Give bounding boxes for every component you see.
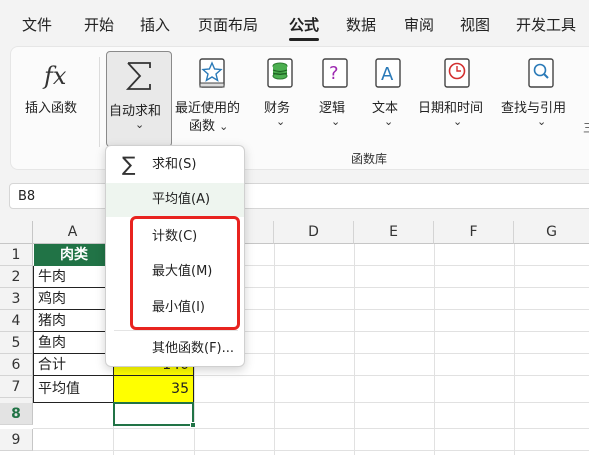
sigma-icon: [125, 62, 151, 90]
active-tab-indicator: [289, 38, 319, 41]
fx-icon: fx: [42, 62, 67, 90]
chevron-down-icon: ⌄: [331, 115, 341, 128]
autosum-button[interactable]: 自动求和 ⌄: [106, 51, 172, 147]
insert-function-button[interactable]: fx 插入函数: [19, 49, 97, 145]
menu-item-more-functions[interactable]: 其他函数(F)...: [106, 332, 244, 366]
sigma-icon: ∑: [122, 152, 136, 176]
row-header-5[interactable]: 5: [0, 332, 33, 354]
row-header-7[interactable]: 7: [0, 376, 33, 398]
menu-item-average[interactable]: 平均值(A): [106, 183, 244, 217]
chevron-down-icon: ⌄: [384, 115, 394, 128]
menu-item-sum[interactable]: ∑ 求和(S): [106, 148, 244, 182]
active-cell-b8[interactable]: [113, 402, 194, 426]
cell-a6[interactable]: 合计: [33, 354, 114, 376]
insert-function-label: 插入函数: [25, 101, 78, 116]
row-header-3[interactable]: 3: [0, 288, 33, 310]
chevron-down-icon: ⌄: [219, 120, 229, 133]
text-functions-button[interactable]: A 文本 ⌄: [364, 49, 412, 145]
svg-text:fx: fx: [42, 62, 67, 90]
cell-a5[interactable]: 鱼肉: [33, 332, 114, 354]
ribbon-overflow-glyph: 三: [583, 119, 589, 136]
gridline: [33, 450, 589, 451]
question-book-icon: ?: [322, 58, 348, 88]
clock-book-icon: [444, 58, 470, 88]
recent-functions-label-2: 函数 ⌄: [189, 119, 229, 134]
chevron-down-icon: ⌄: [135, 118, 145, 131]
column-header-g[interactable]: G: [514, 221, 589, 244]
recent-functions-label-1: 最近使用的: [175, 101, 241, 116]
tab-formulas[interactable]: 公式: [289, 14, 319, 35]
menu-item-average-label: 平均值(A): [152, 192, 211, 207]
cell-a7[interactable]: 平均值: [33, 376, 114, 403]
star-book-icon: [199, 58, 225, 88]
row-header-1[interactable]: 1: [0, 244, 33, 266]
menu-item-sum-label: 求和(S): [152, 157, 197, 172]
logical-label: 逻辑: [319, 101, 346, 116]
name-box[interactable]: B8: [9, 183, 109, 209]
coins-book-icon: [267, 58, 293, 88]
tab-view[interactable]: 视图: [460, 14, 490, 35]
svg-text:A: A: [381, 64, 394, 85]
ribbon-tabs: 文件 开始 插入 页面布局 公式 数据 审阅 视图 开发工具: [0, 0, 589, 44]
gridline: [33, 428, 589, 429]
chevron-down-icon: ⌄: [537, 115, 547, 128]
row-header-6[interactable]: 6: [0, 354, 33, 376]
row-header-2[interactable]: 2: [0, 266, 33, 288]
row-header-9[interactable]: 9: [0, 429, 33, 451]
row-header-4[interactable]: 4: [0, 310, 33, 332]
cell-b7[interactable]: 35: [113, 376, 194, 403]
gridline: [434, 244, 435, 455]
svg-text:?: ?: [329, 63, 339, 84]
lookup-reference-label: 查找与引用: [501, 101, 567, 116]
annotation-highlight-box: [130, 216, 240, 330]
tab-home[interactable]: 开始: [84, 14, 114, 35]
cell-a3[interactable]: 鸡肉: [33, 288, 114, 310]
cell-a1[interactable]: 肉类: [34, 244, 114, 266]
chevron-down-icon: ⌄: [453, 115, 463, 128]
row-header-gap: [0, 398, 33, 403]
menu-item-more-functions-label: 其他函数(F)...: [152, 341, 235, 356]
column-header-a[interactable]: A: [33, 221, 113, 244]
tab-review[interactable]: 审阅: [404, 14, 434, 35]
datetime-label: 日期和时间: [418, 101, 484, 116]
excel-window: 文件 开始 插入 页面布局 公式 数据 审阅 视图 开发工具 fx 插入函数 自…: [0, 0, 589, 455]
tab-data[interactable]: 数据: [346, 14, 376, 35]
tab-developer[interactable]: 开发工具: [516, 14, 576, 35]
fill-handle[interactable]: [190, 422, 196, 428]
financial-button[interactable]: 财务 ⌄: [256, 49, 304, 145]
cell-a4[interactable]: 猪肉: [33, 310, 114, 332]
ribbon-separator: [99, 57, 100, 147]
lookup-reference-button[interactable]: 查找与引用 ⌄: [501, 49, 581, 145]
magnifier-book-icon: [528, 58, 554, 88]
ribbon-panel: fx 插入函数 自动求和 ⌄ 最近使用的 函数 ⌄ 财务 ⌄ ? 逻辑 ⌄ A …: [10, 46, 589, 170]
gridline: [354, 244, 355, 455]
text-functions-label: 文本: [372, 101, 399, 116]
column-header-e[interactable]: E: [354, 221, 434, 244]
datetime-button[interactable]: 日期和时间 ⌄: [416, 49, 498, 145]
logical-button[interactable]: ? 逻辑 ⌄: [311, 49, 359, 145]
gridline: [274, 244, 275, 455]
text-book-icon: A: [375, 58, 401, 88]
tab-file[interactable]: 文件: [22, 14, 52, 35]
column-header-f[interactable]: F: [434, 221, 514, 244]
recent-functions-button[interactable]: 最近使用的 函数 ⌄: [173, 49, 251, 145]
cell-a2[interactable]: 牛肉: [33, 266, 114, 288]
column-header-d[interactable]: D: [274, 221, 354, 244]
formula-bar[interactable]: [240, 183, 589, 209]
tab-insert[interactable]: 插入: [140, 14, 170, 35]
function-library-group-label: 函数库: [351, 152, 388, 166]
select-all-corner[interactable]: [0, 221, 33, 244]
menu-divider: [114, 330, 238, 331]
gridline: [514, 244, 515, 455]
row-header-8[interactable]: 8: [0, 403, 33, 425]
financial-label: 财务: [264, 101, 291, 116]
autosum-label: 自动求和: [109, 104, 162, 119]
chevron-down-icon: ⌄: [276, 115, 286, 128]
tab-page-layout[interactable]: 页面布局: [198, 14, 258, 35]
